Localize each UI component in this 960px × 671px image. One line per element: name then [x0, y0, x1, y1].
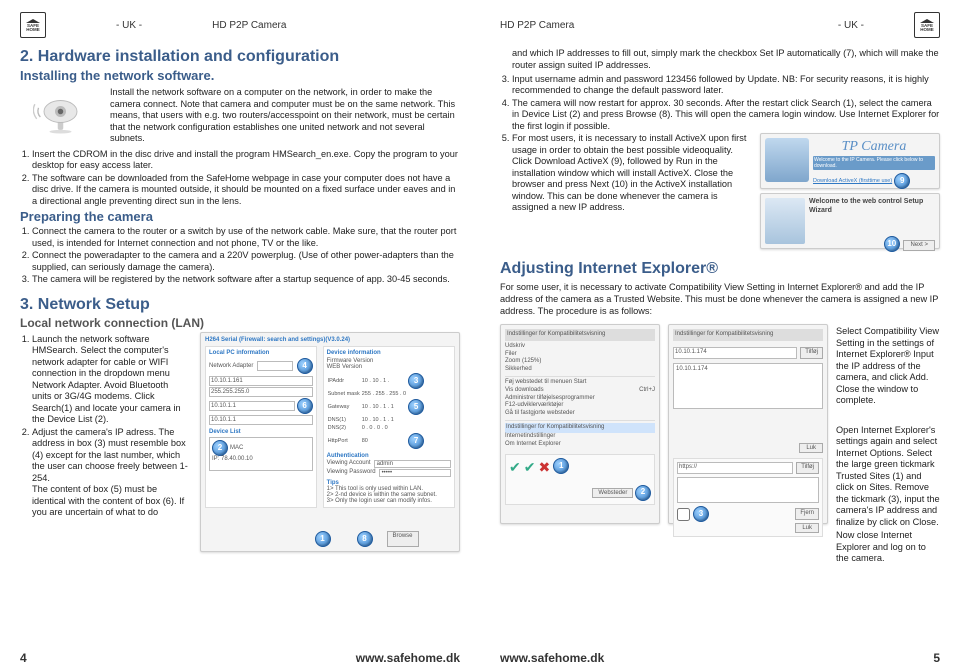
header-uk: - UK -	[116, 20, 142, 31]
safehome-logo-r: SAFEHOME	[914, 12, 940, 38]
right-step-3: Input username admin and password 123456…	[512, 74, 940, 97]
marker-1: 1	[315, 531, 331, 547]
marker-2: 2	[212, 440, 228, 456]
header-right: HD P2P Camera - UK - SAFEHOME	[500, 12, 940, 38]
installing-title: Installing the network software.	[20, 68, 460, 83]
marker-8: 8	[357, 531, 373, 547]
net-step-2: Adjust the camera's IP adress. The addre…	[32, 427, 190, 519]
marker-5: 5	[408, 399, 424, 415]
tp-camera-screenshot: TP Camera Welcome to the IP Camera. Plea…	[760, 133, 940, 189]
hmsearch-screenshot: H264 Serial (Firewall: search and settin…	[200, 332, 460, 552]
section-3-title: 3. Network Setup	[20, 296, 460, 314]
page-number-4: 4	[20, 651, 27, 665]
header-left: SAFEHOME - UK - HD P2P Camera	[20, 12, 460, 38]
preparing-title: Preparing the camera	[20, 209, 460, 224]
compat-dialog-screenshot: Indstillinger for Kompatibilitetsvisning…	[668, 324, 828, 524]
ie-marker-2: 2	[635, 485, 651, 501]
header-uk-r: - UK -	[838, 20, 864, 31]
safehome-logo: SAFEHOME	[20, 12, 46, 38]
install-step-1: Insert the CDROM in the disc drive and i…	[32, 149, 460, 172]
adjusting-ie-title: Adjusting Internet Explorer®	[500, 259, 940, 280]
lan-title: Local network connection (LAN)	[20, 316, 460, 330]
footer-url: www.safehome.dk	[356, 651, 460, 665]
compat-instructions-3: Now close Internet Explorer and log on t…	[836, 530, 940, 565]
compat-instructions-2: Open Internet Explorer's settings again …	[836, 425, 940, 529]
right-step-5: For most users, it is necessary to insta…	[512, 133, 940, 249]
marker-9: 9	[894, 173, 910, 189]
marker-10: 10	[884, 236, 900, 252]
compat-instructions-1: Select Compatibility View Setting in the…	[836, 326, 940, 407]
continuation-text: and which IP addresses to fill out, simp…	[512, 48, 940, 72]
page-number-5: 5	[933, 651, 940, 665]
marker-7: 7	[408, 433, 424, 449]
marker-4: 4	[297, 358, 313, 374]
prep-step-2: Connect the poweradapter to the camera a…	[32, 250, 460, 273]
header-product: HD P2P Camera	[212, 20, 286, 31]
right-step-4: The camera will now restart for approx. …	[512, 98, 940, 133]
net-step-1: Launch the network software HMSearch. Se…	[32, 334, 190, 426]
adjusting-ie-text: For some user, it is necessary to activa…	[500, 282, 940, 318]
header-product-r: HD P2P Camera	[500, 20, 574, 31]
marker-6: 6	[297, 398, 313, 414]
install-step-2: The software can be downloaded from the …	[32, 173, 460, 208]
require-https-checkbox[interactable]	[677, 508, 690, 521]
wizard-screenshot: Welcome to the web control Setup Wizard …	[760, 193, 940, 249]
ie-menu-screenshot: Indstillinger for Kompatibilitetsvisning…	[500, 324, 660, 524]
ie-marker-1: 1	[553, 458, 569, 474]
camera-icon	[20, 85, 100, 145]
footer-url-r: www.safehome.dk	[500, 651, 604, 665]
intro-text: Install the network software on a comput…	[110, 87, 460, 145]
ie-marker-3: 3	[693, 506, 709, 522]
section-2-title: 2. Hardware installation and configurati…	[20, 48, 460, 66]
prep-step-1: Connect the camera to the router or a sw…	[32, 226, 460, 249]
marker-3: 3	[408, 373, 424, 389]
prep-step-3: The camera will be registered by the net…	[32, 274, 460, 286]
